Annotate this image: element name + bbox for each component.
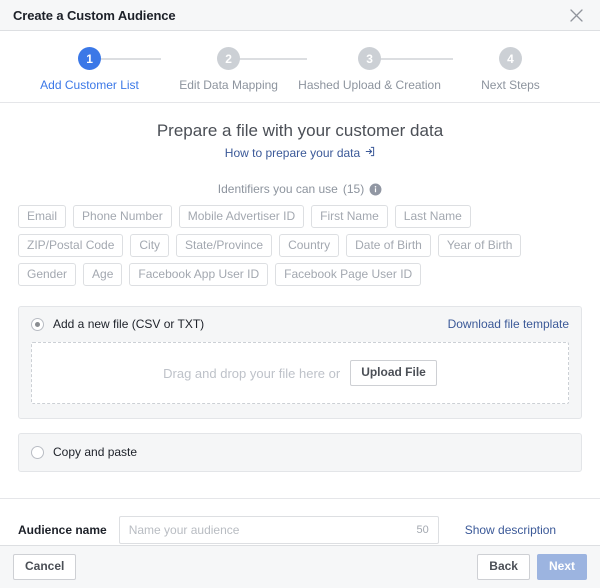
add-new-file-radio[interactable]	[31, 317, 44, 331]
identifier-chip: First Name	[311, 205, 388, 228]
next-button[interactable]: Next	[536, 554, 587, 580]
audience-name-input[interactable]	[118, 516, 439, 544]
identifier-chip: State/Province	[176, 234, 273, 257]
dialog-footer: Cancel Back Next	[0, 545, 600, 588]
cancel-button[interactable]: Cancel	[13, 554, 77, 580]
how-to-prepare-data-label: How to prepare your data	[224, 146, 361, 160]
copy-and-paste-radio[interactable]	[31, 445, 44, 459]
stepper-row: 1 Add Customer List 2 Edit Data Mapping …	[0, 47, 600, 92]
audience-name-input-wrap: 50	[118, 516, 439, 544]
stepper-step-2-label: Edit Data Mapping	[179, 78, 278, 92]
stepper-step-4-number: 4	[498, 47, 522, 70]
identifier-chip: Mobile Advertiser ID	[178, 205, 305, 228]
identifier-chip: Age	[83, 263, 123, 286]
back-button[interactable]: Back	[477, 554, 530, 580]
stepper-step-2[interactable]: 2 Edit Data Mapping	[159, 47, 298, 92]
stepper-step-4[interactable]: 4 Next Steps	[441, 47, 580, 92]
identifier-chip-list: Email Phone Number Mobile Advertiser ID …	[0, 205, 600, 286]
file-dropzone[interactable]: Drag and drop your file here or Upload F…	[31, 342, 569, 404]
how-to-prepare-data-link[interactable]: How to prepare your data	[225, 146, 375, 160]
stepper-step-4-label: Next Steps	[481, 78, 540, 92]
identifier-chip: Year of Birth	[437, 234, 522, 257]
identifiers-header: Identifiers you can use (15)	[0, 182, 600, 196]
stepper-step-2-number: 2	[217, 47, 241, 70]
help-link-row: How to prepare your data	[0, 146, 600, 160]
identifier-chip: Date of Birth	[346, 234, 431, 257]
audience-name-label: Audience name	[18, 523, 107, 537]
download-file-template-link[interactable]: Download file template	[448, 317, 569, 331]
identifier-chip: City	[130, 234, 170, 257]
copy-and-paste-option-row: Copy and paste	[31, 445, 569, 459]
add-new-file-option-row: Add a new file (CSV or TXT) Download fil…	[31, 317, 569, 331]
upload-file-button[interactable]: Upload File	[350, 360, 437, 386]
identifier-chip: Email	[18, 205, 67, 228]
show-description-link[interactable]: Show description	[465, 523, 556, 537]
dropzone-text: Drag and drop your file here or	[163, 365, 341, 381]
identifier-chip: Gender	[18, 263, 77, 286]
stepper-step-3-label: Hashed Upload & Creation	[298, 78, 441, 92]
copy-and-paste-panel: Copy and paste	[18, 433, 582, 472]
copy-and-paste-label[interactable]: Copy and paste	[53, 445, 137, 459]
identifiers-label: Identifiers you can use	[217, 182, 338, 196]
stepper-step-1-number: 1	[78, 47, 102, 70]
create-custom-audience-dialog: Create a Custom Audience 1 Add Customer …	[0, 0, 600, 588]
identifier-chip: Facebook Page User ID	[275, 263, 422, 286]
dialog-title: Create a Custom Audience	[13, 7, 176, 23]
add-new-file-panel: Add a new file (CSV or TXT) Download fil…	[18, 306, 582, 419]
external-link-icon	[364, 146, 375, 160]
identifier-chip: Last Name	[394, 205, 471, 228]
stepper-step-1-label: Add Customer List	[40, 78, 139, 92]
identifier-chip: Phone Number	[73, 205, 172, 228]
audience-name-section: Audience name 50 Show description	[0, 498, 600, 544]
close-icon[interactable]	[566, 5, 586, 25]
stepper-step-3[interactable]: 3 Hashed Upload & Creation	[298, 47, 441, 92]
wizard-stepper: 1 Add Customer List 2 Edit Data Mapping …	[0, 31, 600, 103]
dialog-titlebar: Create a Custom Audience	[0, 0, 600, 31]
dialog-body: Prepare a file with your customer data H…	[0, 103, 600, 588]
identifiers-count: (15)	[342, 182, 365, 196]
page-title: Prepare a file with your customer data	[156, 121, 444, 140]
info-icon[interactable]	[369, 183, 382, 196]
identifier-chip: Facebook App User ID	[129, 263, 269, 286]
identifier-chip: Country	[279, 234, 340, 257]
stepper-step-1[interactable]: 1 Add Customer List	[20, 47, 159, 92]
stepper-step-3-number: 3	[358, 47, 382, 70]
identifier-chip: ZIP/Postal Code	[18, 234, 124, 257]
add-new-file-label[interactable]: Add a new file (CSV or TXT)	[53, 317, 204, 331]
